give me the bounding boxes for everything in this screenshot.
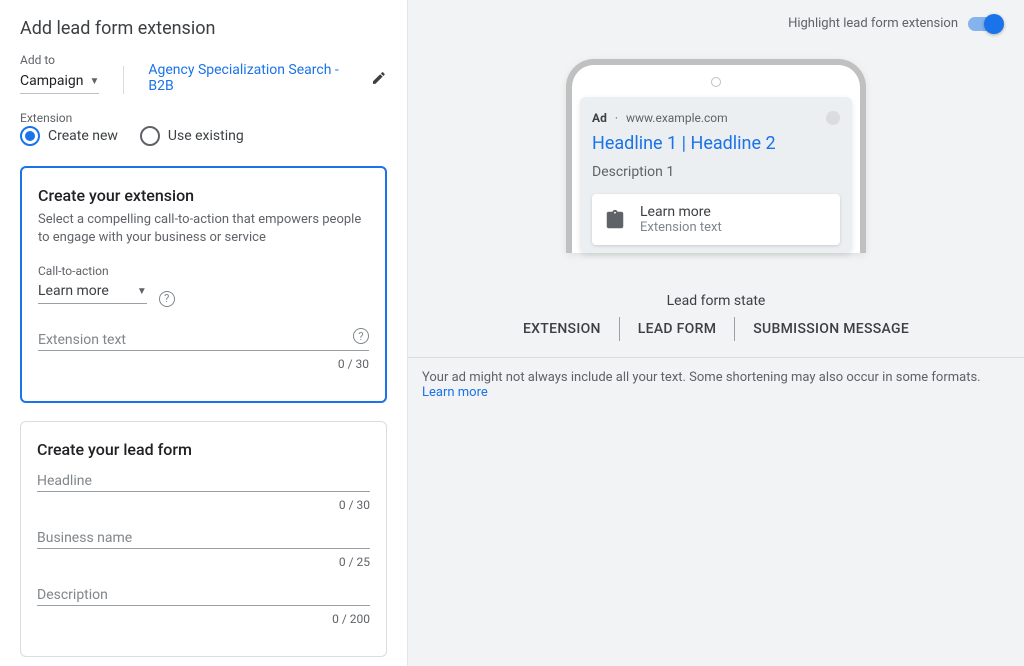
tab-extension[interactable]: EXTENSION bbox=[505, 317, 620, 341]
create-extension-title: Create your extension bbox=[38, 186, 369, 205]
add-to-label: Add to bbox=[20, 53, 99, 67]
business-name-placeholder: Business name bbox=[37, 530, 132, 546]
ad-description: Description 1 bbox=[592, 164, 840, 180]
add-to-level-value: Campaign bbox=[20, 73, 83, 89]
cta-label: Call-to-action bbox=[38, 264, 109, 278]
lead-form-state-title: Lead form state bbox=[408, 293, 1024, 309]
description-counter: 0 / 200 bbox=[37, 612, 370, 626]
highlight-toggle-label: Highlight lead form extension bbox=[788, 16, 958, 31]
create-lead-form-card: Create your lead form Headline 0 / 30 Bu… bbox=[20, 421, 387, 657]
campaign-name-text: Agency Specialization Search - B2B bbox=[148, 62, 363, 94]
info-icon bbox=[826, 111, 840, 125]
create-lead-form-title: Create your lead form bbox=[37, 440, 370, 459]
right-panel: Highlight lead form extension Ad · www.e… bbox=[408, 0, 1024, 666]
extension-text-counter: 0 / 30 bbox=[38, 357, 369, 371]
clipboard-icon bbox=[604, 209, 626, 231]
business-name-counter: 0 / 25 bbox=[37, 555, 370, 569]
campaign-name-link[interactable]: Agency Specialization Search - B2B bbox=[148, 62, 387, 94]
headline-counter: 0 / 30 bbox=[37, 498, 370, 512]
radio-use-existing[interactable]: Use existing bbox=[140, 126, 244, 146]
ad-headline: Headline 1 | Headline 2 bbox=[592, 133, 840, 154]
ad-url: www.example.com bbox=[626, 111, 728, 125]
business-name-input[interactable]: Business name bbox=[37, 524, 370, 549]
headline-input[interactable]: Headline bbox=[37, 467, 370, 492]
tab-lead-form[interactable]: LEAD FORM bbox=[620, 317, 735, 341]
highlight-toggle[interactable] bbox=[968, 17, 1002, 31]
phone-preview: Ad · www.example.com Headline 1 | Headli… bbox=[566, 59, 866, 253]
extension-text-input[interactable]: Extension text ? bbox=[38, 326, 369, 351]
page-title: Add lead form extension bbox=[20, 18, 387, 39]
radio-create-new-label: Create new bbox=[48, 128, 118, 144]
create-extension-desc: Select a compelling call-to-action that … bbox=[38, 211, 369, 247]
ext-line1: Learn more bbox=[640, 204, 722, 220]
divider bbox=[123, 66, 124, 94]
chevron-down-icon: ▼ bbox=[89, 76, 99, 87]
create-extension-card: Create your extension Select a compellin… bbox=[20, 166, 387, 403]
extension-text-placeholder: Extension text bbox=[38, 332, 126, 348]
add-to-level-dropdown[interactable]: Campaign ▼ bbox=[20, 69, 99, 94]
radio-icon bbox=[140, 126, 160, 146]
extension-label: Extension bbox=[20, 111, 72, 125]
headline-placeholder: Headline bbox=[37, 473, 92, 489]
cta-dropdown[interactable]: Learn more ▼ bbox=[38, 279, 147, 304]
footer-text: Your ad might not always include all you… bbox=[422, 370, 981, 385]
ad-dot: · bbox=[615, 111, 618, 125]
description-input[interactable]: Description bbox=[37, 581, 370, 606]
ad-tag: Ad bbox=[592, 111, 607, 125]
chevron-down-icon: ▼ bbox=[137, 286, 147, 297]
ad-extension-row: Learn more Extension text bbox=[592, 194, 840, 245]
cta-value: Learn more bbox=[38, 283, 109, 299]
radio-create-new[interactable]: Create new bbox=[20, 126, 118, 146]
radio-use-existing-label: Use existing bbox=[168, 128, 244, 144]
ad-preview-card: Ad · www.example.com Headline 1 | Headli… bbox=[580, 97, 852, 253]
footer-note: Your ad might not always include all you… bbox=[408, 357, 1024, 412]
help-icon[interactable]: ? bbox=[353, 328, 369, 344]
phone-speaker-icon bbox=[711, 77, 721, 87]
left-panel: Add lead form extension Add to Campaign … bbox=[0, 0, 408, 666]
footer-learn-more-link[interactable]: Learn more bbox=[422, 385, 488, 400]
tab-submission-message[interactable]: SUBMISSION MESSAGE bbox=[735, 317, 927, 341]
radio-icon bbox=[20, 126, 40, 146]
ext-line2: Extension text bbox=[640, 220, 722, 235]
help-icon[interactable]: ? bbox=[159, 291, 175, 307]
pencil-icon bbox=[371, 70, 387, 86]
description-placeholder: Description bbox=[37, 587, 108, 603]
